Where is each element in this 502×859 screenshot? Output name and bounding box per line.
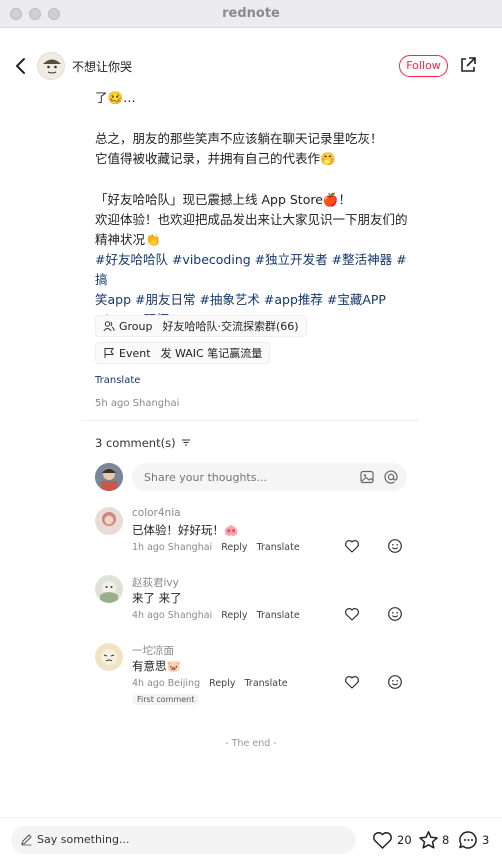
reply-button[interactable]: Reply xyxy=(209,678,235,689)
commenter-name[interactable]: color4nia xyxy=(132,507,181,519)
star-icon xyxy=(419,831,438,849)
commenter-avatar[interactable] xyxy=(95,507,123,535)
post-line: 精神状况👏 xyxy=(95,232,161,247)
comment-bubble-icon xyxy=(459,831,477,849)
comment-translate-button[interactable]: Translate xyxy=(245,678,288,689)
post-line: 「好友哈哈队」现已震撼上线 App Store🍎！ xyxy=(95,192,351,207)
comment-button-count: 3 xyxy=(482,833,490,847)
author-name[interactable]: 不想让你哭 xyxy=(72,58,132,75)
comment-text: 已体验！好好玩！🐽 xyxy=(132,523,239,537)
comment-input[interactable] xyxy=(132,463,332,491)
collect-count: 8 xyxy=(442,833,450,847)
hashtag-line[interactable]: #好友哈哈队 #vibecoding #独立开发者 #整活神器 #搞 xyxy=(95,250,415,290)
post-line: 它值得被收藏记录，并拥有自己的代表作🤭 xyxy=(95,151,336,166)
bottom-bar: Say something... 20 8 3 xyxy=(0,817,502,859)
group-chip-label: 好友哈哈队·交流探索群(66) xyxy=(162,320,299,333)
app-window: rednote 不想让你哭 Follow 了🥴… 总之，朋友的那些笑声不应该躺在… xyxy=(0,0,502,859)
first-comment-badge: First comment xyxy=(132,694,200,705)
comment-time: 4h ago xyxy=(132,610,165,621)
comment-location: Shanghai xyxy=(167,542,213,553)
flag-icon xyxy=(104,348,114,358)
comment-meta: 4h ago Shanghai Reply Translate xyxy=(132,610,300,621)
follow-button[interactable]: Follow xyxy=(399,55,448,77)
reply-button[interactable]: Reply xyxy=(221,610,247,621)
say-something-input[interactable]: Say something... xyxy=(11,826,356,854)
event-chip-type: Event xyxy=(119,346,151,360)
comment-text: 有意思🐷 xyxy=(132,659,181,673)
sort-icon[interactable] xyxy=(181,438,191,447)
title-bar: rednote xyxy=(0,0,502,28)
commenter-avatar[interactable] xyxy=(95,575,123,603)
event-chip[interactable]: Event 发 WAIC 笔记赢流量 xyxy=(95,342,271,364)
comment-meta: 1h ago Shanghai Reply Translate xyxy=(132,542,300,553)
pencil-icon xyxy=(21,834,32,846)
comment-time: 4h ago xyxy=(132,678,165,689)
commenter-avatar[interactable] xyxy=(95,643,123,671)
image-icon[interactable] xyxy=(359,469,375,485)
post-line: 总之，朋友的那些笑声不应该躺在聊天记录里吃灰！ xyxy=(95,131,383,146)
collect-button[interactable]: 8 xyxy=(418,830,452,852)
my-avatar xyxy=(95,463,123,491)
mention-icon[interactable] xyxy=(383,469,399,485)
window-title: rednote xyxy=(222,6,280,21)
reply-button[interactable]: Reply xyxy=(221,542,247,553)
post-line: 欢迎体验！也欢迎把成品发出来让大家见识一下朋友们的 xyxy=(95,212,408,227)
commenter-name[interactable]: 赵荻君ivy xyxy=(132,575,179,590)
comment-text: 来了 来了 xyxy=(132,591,182,605)
heart-icon[interactable] xyxy=(344,606,360,622)
post-header: 不想让你哭 Follow xyxy=(0,48,502,84)
event-chip-label: 发 WAIC 笔记赢流量 xyxy=(160,347,263,360)
divider xyxy=(82,420,419,421)
heart-icon xyxy=(373,831,392,849)
comment-location: Shanghai xyxy=(167,610,213,621)
comment-button[interactable]: 3 xyxy=(458,830,494,852)
end-marker: - The end - xyxy=(225,738,277,749)
back-arrow-icon[interactable] xyxy=(12,55,30,77)
say-something-placeholder: Say something... xyxy=(37,833,130,846)
comment-translate-button[interactable]: Translate xyxy=(257,542,300,553)
comment-count-label: 3 comment(s) xyxy=(95,436,176,450)
group-chip[interactable]: Group 好友哈哈队·交流探索群(66) xyxy=(95,315,307,337)
comment-input-box[interactable] xyxy=(132,463,407,491)
comment-location: Beijing xyxy=(167,678,201,689)
share-icon[interactable] xyxy=(458,55,478,75)
like-button[interactable]: 20 xyxy=(372,830,412,852)
post-line: 了🥴… xyxy=(95,90,136,105)
like-count: 20 xyxy=(397,833,412,847)
group-chip-type: Group xyxy=(119,319,153,333)
hashtag-line[interactable]: 笑app #朋友日常 #抽象艺术 #app推荐 #宝藏APP xyxy=(95,290,415,310)
group-icon xyxy=(103,321,115,332)
author-avatar[interactable] xyxy=(37,52,65,80)
heart-icon[interactable] xyxy=(344,674,360,690)
commenter-name[interactable]: 一坨凉面 xyxy=(132,643,174,658)
comment-meta: 4h ago Beijing Reply Translate xyxy=(132,678,288,689)
heart-icon[interactable] xyxy=(344,538,360,554)
comment-translate-button[interactable]: Translate xyxy=(257,610,300,621)
comment-time: 1h ago xyxy=(132,542,165,553)
emoji-reaction-icon[interactable] xyxy=(387,538,403,554)
post-body: 了🥴… 总之，朋友的那些笑声不应该躺在聊天记录里吃灰！ 它值得被收藏记录，并拥有… xyxy=(95,88,415,330)
translate-link[interactable]: Translate xyxy=(95,375,140,386)
emoji-reaction-icon[interactable] xyxy=(387,674,403,690)
post-time-location: 5h ago Shanghai xyxy=(95,398,180,409)
comment-count[interactable]: 3 comment(s) xyxy=(95,436,191,450)
emoji-reaction-icon[interactable] xyxy=(387,606,403,622)
